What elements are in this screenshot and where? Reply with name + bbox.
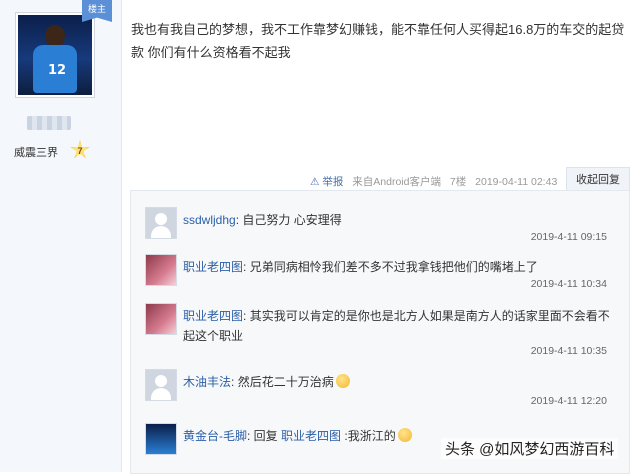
post-time: 2019-04-11 02:43 xyxy=(475,176,558,188)
post-content: 我也有我自己的梦想，我不工作靠梦幻赚钱，能不靠任何人买得起16.8万的车交的起贷… xyxy=(131,22,625,60)
blurred-username xyxy=(27,116,71,130)
report-label[interactable]: 举报 xyxy=(322,176,343,188)
op-badge: 楼主 xyxy=(82,0,112,22)
avatar-image: 12 xyxy=(18,15,92,95)
reply-content: 木油丰法: 然后花二十万治病 xyxy=(183,372,613,392)
reply-username[interactable]: ssdwljdhg xyxy=(183,213,236,227)
level-star-icon: 7 xyxy=(70,140,90,159)
post-floor: 7楼 xyxy=(449,176,467,188)
player-avatar-icon[interactable] xyxy=(145,423,177,455)
reply-time: 2019-4-11 10:35 xyxy=(530,345,607,357)
default-avatar-icon[interactable] xyxy=(145,369,177,401)
reply-content: 职业老四图: 兄弟同病相怜我们差不多不过我拿钱把他们的嘴堵上了 xyxy=(183,260,538,274)
post-source: 来自Android客户端 xyxy=(352,176,441,188)
reply-time: 2019-4-11 09:15 xyxy=(530,231,607,243)
reply-message: :我浙江的 xyxy=(344,429,396,443)
collapse-replies-button[interactable]: 收起回复 xyxy=(566,167,630,192)
post-meta: ⚠ 举报 来自Android客户端 7楼 2019-04-11 02:43 xyxy=(310,174,563,189)
girl-avatar-icon[interactable] xyxy=(145,254,177,286)
reply-content: ssdwljdhg: 自己努力 心安理得 xyxy=(183,213,342,227)
report-link[interactable]: ⚠ 举报 xyxy=(310,176,343,188)
reply-message: 兄弟同病相怜我们差不多不过我拿钱把他们的嘴堵上了 xyxy=(249,260,538,274)
player-head xyxy=(45,25,65,47)
girl-avatar-icon[interactable] xyxy=(145,303,177,335)
user-sidebar: 12 楼主 威震三界 7 xyxy=(0,0,122,472)
reply-prefix: 回复 xyxy=(253,429,282,443)
watermark: 头条 @如风梦幻西游百科 xyxy=(441,438,619,459)
reply-content: 职业老四图: 其实我可以肯定的是你也是北方人如果是南方人的话家里面不会看不起这个… xyxy=(183,309,610,343)
default-avatar-icon[interactable] xyxy=(145,207,177,239)
reply-message: 自己努力 心安理得 xyxy=(242,213,342,227)
reply-list: ssdwljdhg: 自己努力 心安理得 2019-4-11 09:15 职业老… xyxy=(130,190,630,474)
reply-time: 2019-4-11 10:34 xyxy=(530,278,607,290)
reply-message: 然后花二十万治病 xyxy=(237,375,334,389)
jersey-number: 12 xyxy=(48,63,67,78)
reply-username[interactable]: 黄金台-毛脚 xyxy=(183,429,247,443)
reply-username[interactable]: 职业老四图 xyxy=(183,260,243,274)
reply-message: 其实我可以肯定的是你也是北方人如果是南方人的话家里面不会看不起这个职业 xyxy=(183,309,610,343)
reply-target-link[interactable]: 职业老四图 xyxy=(281,429,341,443)
smiley-emoji-icon xyxy=(397,428,412,442)
reply-username[interactable]: 木油丰法 xyxy=(183,375,231,389)
user-level-name: 威震三界 xyxy=(14,147,58,159)
reply-username[interactable]: 职业老四图 xyxy=(183,309,243,323)
reply-time: 2019-4-11 12:20 xyxy=(530,395,607,407)
smiley-emoji-icon xyxy=(335,374,350,388)
user-avatar[interactable]: 12 xyxy=(15,12,95,98)
